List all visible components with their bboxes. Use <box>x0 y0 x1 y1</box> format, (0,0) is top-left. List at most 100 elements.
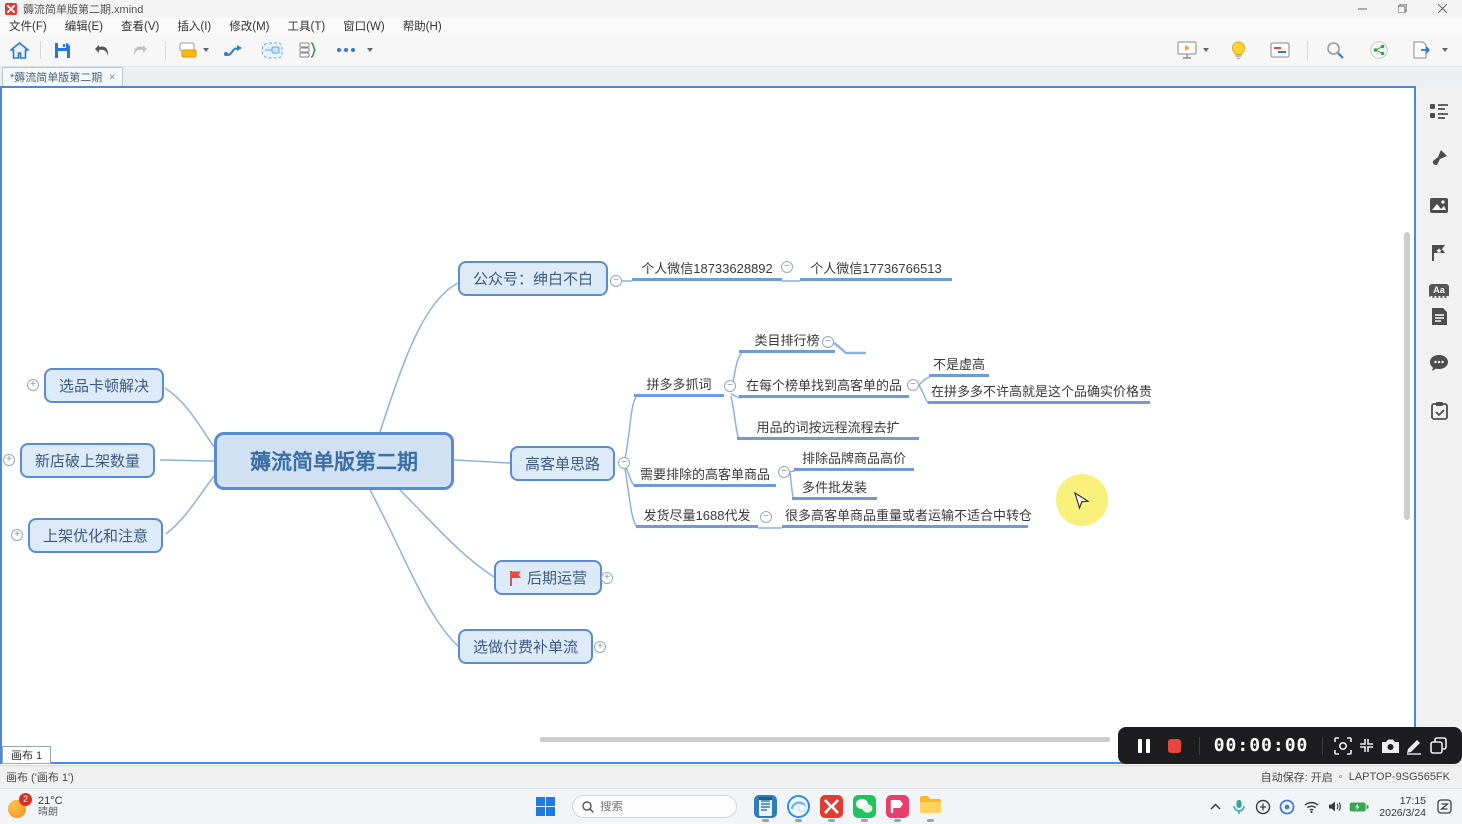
more-tools-button[interactable] <box>331 37 361 63</box>
stop-recording-button[interactable] <box>1168 739 1181 753</box>
taskbar-app-wechat[interactable] <box>848 791 881 823</box>
collapse-icon[interactable]: − <box>778 466 790 478</box>
idea-lightbulb-button[interactable] <box>1223 37 1253 63</box>
save-button[interactable] <box>47 37 77 63</box>
sheet-tab[interactable]: 画布 1 <box>2 746 51 764</box>
summary-button[interactable] <box>293 37 323 63</box>
pause-recording-button[interactable] <box>1138 739 1150 753</box>
expand-icon[interactable]: + <box>594 641 606 653</box>
map-topic[interactable]: 高客单思路 <box>510 446 615 481</box>
menu-window[interactable]: 窗口(W) <box>334 18 394 34</box>
tray-ime-icon[interactable] <box>1251 792 1275 822</box>
minimize-recorder-icon[interactable] <box>1355 733 1379 759</box>
close-button[interactable] <box>1422 0 1462 17</box>
marker-flag-icon[interactable] <box>1424 237 1454 267</box>
collapse-icon[interactable]: − <box>618 457 630 469</box>
map-topic[interactable]: 在拼多多不许高就是这个品确实价格贵 <box>928 383 1150 404</box>
clock-widget[interactable]: 17:15 2026/3/24 <box>1379 795 1426 819</box>
map-topic-flagged[interactable]: 后期运营 <box>494 560 602 595</box>
more-dropdown-caret[interactable] <box>367 48 373 52</box>
home-button[interactable] <box>4 37 34 63</box>
weather-widget[interactable]: 2 21°C 晴朗 <box>0 795 110 819</box>
boundary-button[interactable] <box>257 37 287 63</box>
taskbar-app-media[interactable] <box>881 791 914 823</box>
map-topic[interactable]: 公众号：绅白不白 <box>458 261 608 296</box>
taskbar-search[interactable] <box>572 795 737 818</box>
share-button[interactable] <box>1364 37 1394 63</box>
search-input[interactable] <box>600 801 710 813</box>
region-select-icon[interactable] <box>1331 733 1355 759</box>
relationship-button[interactable] <box>219 37 249 63</box>
map-topic[interactable]: 个人微信17736766513 <box>800 260 952 281</box>
insert-image-icon[interactable] <box>1424 190 1454 220</box>
map-topic[interactable]: 多件批发装 <box>792 479 877 500</box>
collapse-icon[interactable]: − <box>724 380 736 392</box>
tab-close-icon[interactable]: × <box>109 72 115 83</box>
format-brush-icon[interactable] <box>1424 143 1454 173</box>
menu-modify[interactable]: 修改(M) <box>220 18 278 34</box>
map-topic[interactable]: 不是虚高 <box>929 356 989 377</box>
outline-icon[interactable] <box>1424 96 1454 126</box>
map-topic[interactable]: 在每个榜单找到高客单的品 <box>739 377 909 398</box>
screenshot-camera-icon[interactable] <box>1379 733 1403 759</box>
collapse-icon[interactable]: − <box>610 275 622 287</box>
menu-insert[interactable]: 插入(I) <box>168 18 220 34</box>
menu-tools[interactable]: 工具(T) <box>278 18 334 34</box>
zoom-search-button[interactable] <box>1320 37 1350 63</box>
map-topic[interactable]: 很多高客单商品重量或者运输不适合中转仓 <box>782 507 1028 528</box>
collapse-icon[interactable]: − <box>822 336 834 348</box>
expand-icon[interactable]: + <box>601 572 613 584</box>
menu-view[interactable]: 查看(V) <box>112 18 168 34</box>
tray-chevron-up-icon[interactable] <box>1203 792 1227 822</box>
map-topic[interactable]: 发货尽量1688代发 <box>636 507 758 528</box>
menu-file[interactable]: 文件(F) <box>0 18 56 34</box>
map-topic[interactable]: 类目排行榜 <box>739 332 835 353</box>
collapse-icon[interactable]: − <box>781 261 793 273</box>
battery-icon[interactable] <box>1347 792 1371 822</box>
menu-edit[interactable]: 编辑(E) <box>56 18 112 34</box>
expand-icon[interactable]: + <box>11 529 23 541</box>
map-topic[interactable]: 需要排除的高客单商品 <box>634 466 776 487</box>
undo-button[interactable] <box>87 37 117 63</box>
style-dropdown-caret[interactable] <box>203 48 209 52</box>
format-panel-button[interactable] <box>1265 37 1295 63</box>
tray-microphone-icon[interactable] <box>1227 792 1251 822</box>
vertical-scrollbar[interactable] <box>1404 232 1410 520</box>
task-clipboard-icon[interactable] <box>1424 395 1454 425</box>
map-topic[interactable]: 用品的词按远程流程去扩 <box>737 419 919 440</box>
horizontal-scrollbar[interactable] <box>540 737 1110 742</box>
taskbar-app-browser[interactable] <box>782 791 815 823</box>
presentation-button[interactable] <box>1172 37 1202 63</box>
map-topic[interactable]: 个人微信18733628892 <box>632 260 782 281</box>
wifi-icon[interactable] <box>1299 792 1323 822</box>
map-topic[interactable]: 新店破上架数量 <box>20 443 155 478</box>
taskbar-app-notepad[interactable] <box>749 791 782 823</box>
annotate-pen-icon[interactable] <box>1403 733 1427 759</box>
collapse-icon[interactable]: − <box>907 379 919 391</box>
collapse-icon[interactable]: − <box>760 511 772 523</box>
presentation-dropdown-caret[interactable] <box>1203 48 1209 52</box>
map-topic[interactable]: 拼多多抓词 <box>634 376 724 397</box>
windows-layers-icon[interactable] <box>1426 733 1450 759</box>
style-button[interactable] <box>172 37 202 63</box>
taskbar-app-explorer[interactable] <box>914 791 947 823</box>
map-topic[interactable]: 选品卡顿解决 <box>44 368 164 403</box>
maximize-button[interactable] <box>1382 0 1422 17</box>
notes-icon[interactable] <box>1424 301 1454 331</box>
menu-help[interactable]: 帮助(H) <box>394 18 451 34</box>
map-topic[interactable]: 选做付费补单流 <box>458 629 593 664</box>
redo-button[interactable] <box>125 37 155 63</box>
tray-app-circle-icon[interactable] <box>1275 792 1299 822</box>
start-button[interactable] <box>530 797 560 816</box>
label-icon[interactable]: Aa <box>1429 284 1449 298</box>
minimize-button[interactable] <box>1342 0 1382 17</box>
comments-icon[interactable] <box>1424 348 1454 378</box>
export-dropdown-caret[interactable] <box>1442 48 1448 52</box>
export-button[interactable] <box>1406 37 1436 63</box>
notification-center-icon[interactable] <box>1432 792 1456 822</box>
document-tab[interactable]: *薅流简单版第二期 × <box>2 67 123 86</box>
expand-icon[interactable]: + <box>27 379 39 391</box>
mindmap-canvas[interactable] <box>0 86 1416 764</box>
taskbar-app-xmind[interactable] <box>815 791 848 823</box>
map-topic[interactable]: 排除品牌商品高价 <box>794 450 914 471</box>
